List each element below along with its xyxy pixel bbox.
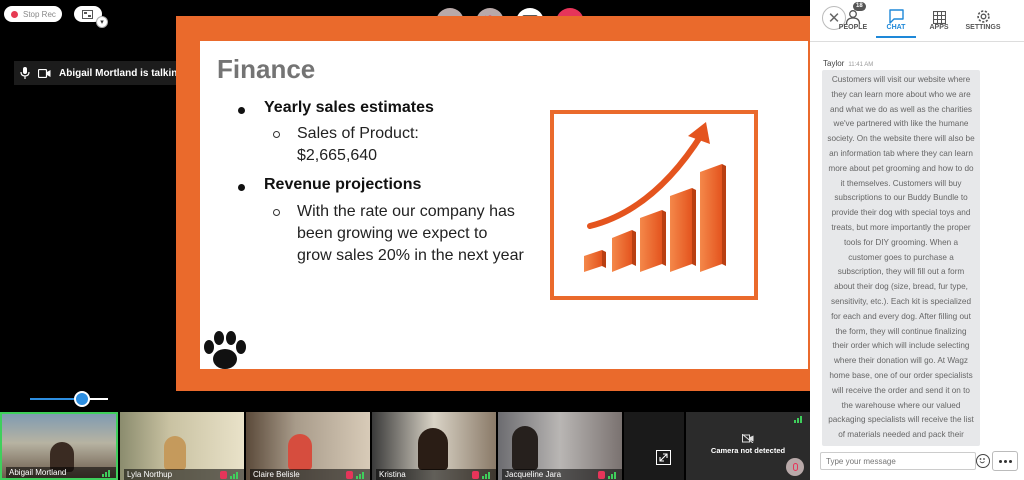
emoji-icon[interactable] [976, 454, 990, 468]
microphone-muted-icon [220, 471, 227, 479]
microphone-muted-icon [346, 471, 353, 479]
sub-bullet-revenue-line3: grow sales 20% in the next year [297, 247, 524, 264]
microphone-icon [20, 67, 30, 79]
participant-status [102, 470, 110, 477]
active-tab-indicator [876, 36, 916, 38]
tab-apps-label: APPS [929, 24, 949, 31]
bullet-dot-icon [238, 107, 245, 114]
tab-settings[interactable]: SETTINGS [962, 4, 1004, 31]
participant-tile[interactable]: Claire Belisle [246, 412, 370, 480]
bullet-revenue-projections: Revenue projections [264, 176, 422, 193]
participant-status [598, 471, 616, 479]
chat-message-header: Taylor 11:41 AM [823, 59, 873, 68]
stop-recording-label: Stop Rec [23, 9, 56, 19]
expand-icon [656, 450, 671, 465]
bullet-dot-icon [238, 184, 245, 191]
rising-bars-icon [584, 122, 726, 272]
apps-grid-icon [932, 11, 946, 24]
participant-video [288, 434, 312, 470]
microphone-muted-icon [472, 471, 479, 479]
participant-status [346, 471, 364, 479]
more-options-button[interactable] [992, 451, 1018, 471]
chat-author: Taylor [823, 59, 845, 68]
slide-title: Finance [217, 54, 316, 84]
bullet-yearly-sales: Yearly sales estimates [264, 99, 434, 116]
sub-bullet-sales-line1: Sales of Product: [297, 125, 419, 142]
volume-slider-handle[interactable] [74, 391, 90, 407]
paw-print-icon [204, 331, 246, 369]
signal-strength-icon [608, 472, 616, 479]
panel-divider [810, 41, 1024, 42]
signal-strength-icon [794, 416, 802, 423]
people-count-badge: 18 [853, 2, 866, 11]
tab-people[interactable]: 18 PEOPLE [833, 2, 873, 31]
sub-bullet-revenue-line1: With the rate our company has [297, 203, 515, 220]
record-dot-icon [11, 10, 18, 18]
sub-bullet-sales-line2: $2,665,640 [297, 147, 378, 164]
participant-tile[interactable]: Abigail Mortland [0, 412, 118, 480]
microphone-muted-icon [598, 471, 605, 479]
growth-chart-image [550, 110, 758, 300]
self-microphone-muted-icon[interactable] [786, 458, 804, 476]
camera-off-icon [742, 434, 754, 443]
shared-presentation: Finance Yearly sales estimates Sales of … [176, 16, 810, 391]
tab-people-label: PEOPLE [838, 24, 868, 31]
expand-filmstrip-tile[interactable] [624, 412, 684, 480]
signal-strength-icon [102, 470, 110, 477]
meeting-window: Stop Rec ▾ Abigail Mortland is talking ▾… [0, 0, 1024, 480]
layout-icon [82, 9, 93, 19]
participant-video [418, 428, 448, 470]
chat-timestamp: 11:41 AM [848, 62, 874, 68]
chat-message-bubble: Customers will visit our website where t… [822, 70, 980, 446]
participant-video [512, 426, 538, 470]
participant-tile[interactable]: Lyla Northup [120, 412, 244, 480]
participant-video [164, 436, 186, 470]
chat-bubble-icon [888, 9, 904, 24]
sub-bullet-revenue-line2: been growing we expect to [297, 225, 488, 242]
signal-strength-icon [356, 472, 364, 479]
sub-bullet-ring-icon [273, 131, 280, 138]
participant-tile[interactable]: Jacqueline Jara [498, 412, 622, 480]
signal-strength-icon [482, 472, 490, 479]
layout-chevron-down-icon[interactable]: ▾ [96, 16, 108, 28]
people-icon [845, 10, 861, 24]
participant-status [220, 471, 238, 479]
signal-strength-icon [230, 472, 238, 479]
chat-message-input[interactable] [820, 452, 976, 470]
camera-not-detected-label: Camera not detected [710, 446, 786, 455]
tab-chat[interactable]: CHAT [876, 4, 916, 31]
tab-chat-label: CHAT [886, 24, 906, 31]
talking-indicator: Abigail Mortland is talking [14, 61, 188, 85]
sub-bullet-ring-icon [273, 209, 280, 216]
video-camera-icon [38, 68, 51, 78]
smiley-face-icon [979, 458, 985, 464]
side-panel: ✕ 18 PEOPLE CHAT APPS SETTINGS Taylor 11… [810, 0, 1024, 480]
stop-recording-button[interactable]: Stop Rec [4, 6, 62, 22]
talking-text: Abigail Mortland is talking [59, 67, 184, 79]
self-view-tile[interactable]: Camera not detected [686, 412, 810, 480]
tab-apps[interactable]: APPS [919, 4, 959, 31]
participant-status [472, 471, 490, 479]
tab-settings-label: SETTINGS [965, 24, 1001, 31]
presentation-slide: Finance Yearly sales estimates Sales of … [200, 41, 808, 369]
participant-tile[interactable]: Kristina [372, 412, 496, 480]
gear-icon [976, 10, 990, 23]
